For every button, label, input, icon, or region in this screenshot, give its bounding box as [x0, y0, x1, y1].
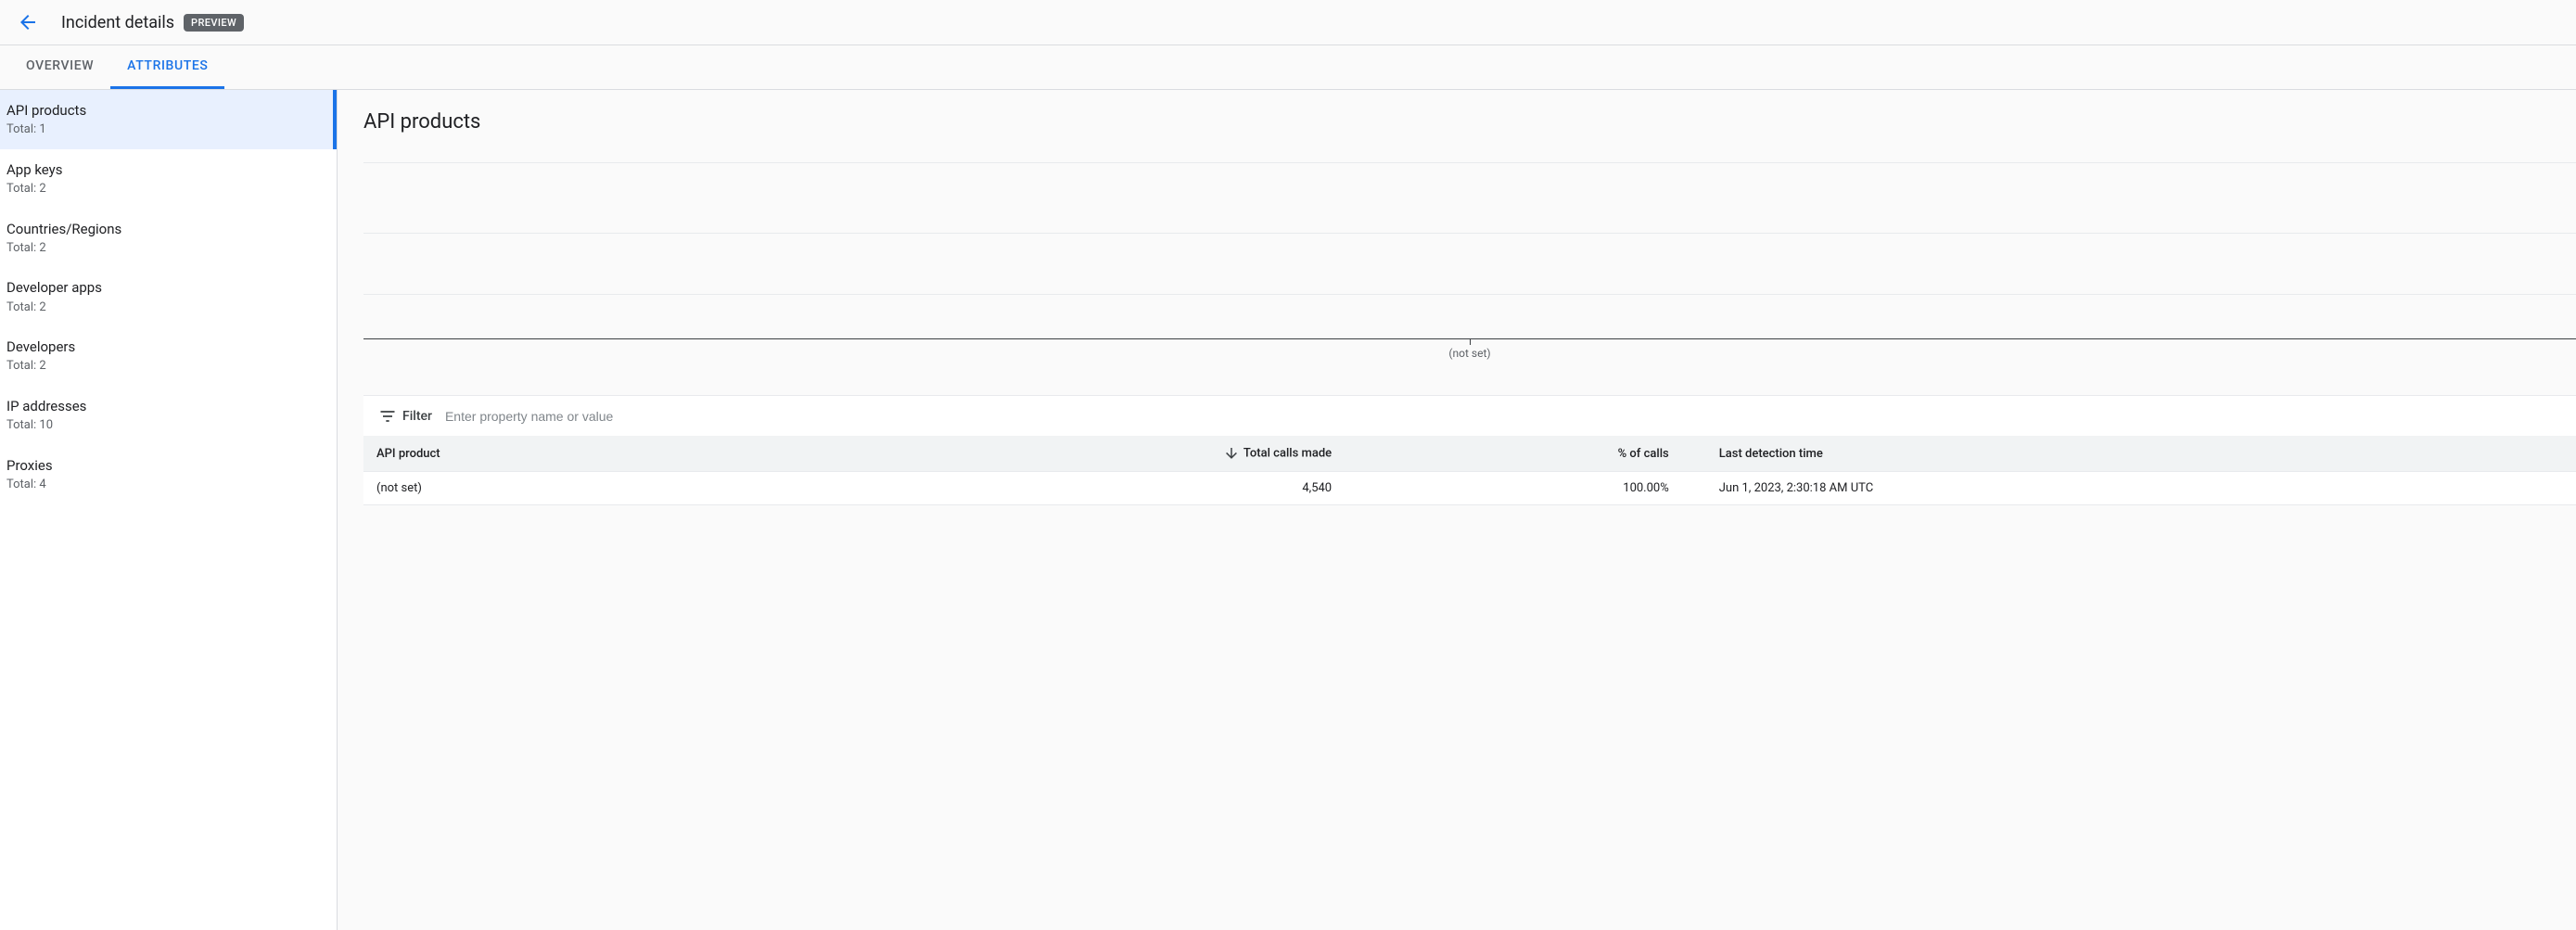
- col-last[interactable]: Last detection time: [1682, 436, 2576, 472]
- col-label: Last detection time: [1719, 447, 1823, 461]
- cell-last: Jun 1, 2023, 2:30:18 AM UTC: [1682, 472, 2576, 505]
- col-label: % of calls: [1618, 447, 1669, 461]
- sidebar-item-total: Total: 2: [6, 240, 329, 257]
- col-label: API product: [376, 447, 440, 461]
- sidebar-item-total: Total: 2: [6, 358, 329, 375]
- sidebar-item-ip-addresses[interactable]: IP addresses Total: 10: [0, 386, 337, 445]
- table-header-row: API product Total calls made % of calls Las…: [363, 436, 2576, 472]
- chart-tick: [1470, 339, 1471, 345]
- preview-badge: PREVIEW: [184, 14, 244, 32]
- tab-bar: OVERVIEWATTRIBUTES: [0, 45, 2576, 90]
- sidebar-item-total: Total: 2: [6, 299, 329, 316]
- col-pct[interactable]: % of calls: [1345, 436, 1682, 472]
- attribute-chart: (not set): [363, 163, 2576, 367]
- sidebar-item-title: IP addresses: [6, 397, 329, 415]
- col-calls[interactable]: Total calls made: [756, 436, 1345, 472]
- sidebar-item-title: App keys: [6, 160, 329, 179]
- sidebar-item-total: Total: 2: [6, 181, 329, 197]
- sidebar-item-api-products[interactable]: API productsTotal: 1: [0, 90, 337, 149]
- col-label: Total calls made: [1243, 446, 1332, 460]
- table-row[interactable]: (not set)4,540100.00%Jun 1, 2023, 2:30:1…: [363, 472, 2576, 505]
- sidebar-item-countries-regions[interactable]: Countries/Regions Total: 2: [0, 209, 337, 268]
- cell-product: (not set): [363, 472, 756, 505]
- filter-icon[interactable]: [378, 407, 397, 426]
- sidebar-item-title: Countries/Regions: [6, 220, 329, 238]
- main-title: API products: [363, 110, 2576, 134]
- chart-gridline: [363, 294, 2576, 295]
- sidebar-item-total: Total: 1: [6, 121, 329, 138]
- sidebar-item-total: Total: 10: [6, 417, 329, 434]
- sidebar-item-title: Developers: [6, 338, 329, 356]
- arrow-down-icon: [1223, 445, 1240, 462]
- chart-x-label: (not set): [1448, 347, 1490, 360]
- chart-plot-area: [363, 163, 2576, 339]
- sidebar-item-app-keys[interactable]: App keys Total: 2: [0, 149, 337, 209]
- main-content: API products (not set) Filter API produc…: [338, 90, 2576, 930]
- chart-gridline: [363, 233, 2576, 234]
- sidebar-item-title: Developer apps: [6, 278, 329, 297]
- page-title: Incident details: [61, 13, 174, 32]
- page-header: Incident details PREVIEW: [0, 0, 2576, 45]
- sidebar-item-title: Proxies: [6, 456, 329, 475]
- cell-pct: 100.00%: [1345, 472, 1682, 505]
- chart-x-labels: (not set): [363, 339, 2576, 365]
- tab-overview[interactable]: OVERVIEW: [9, 45, 110, 89]
- sidebar-item-developers[interactable]: Developers Total: 2: [0, 326, 337, 386]
- sidebar-item-title: API products: [6, 101, 329, 120]
- filter-input[interactable]: [445, 409, 2576, 424]
- sidebar-item-total: Total: 4: [6, 477, 329, 493]
- table-body: (not set)4,540100.00%Jun 1, 2023, 2:30:1…: [363, 472, 2576, 505]
- attribute-sidebar: API productsTotal: 1App keysTotal: 2Coun…: [0, 90, 338, 930]
- filter-bar: Filter: [363, 395, 2576, 436]
- sidebar-item-developer-apps[interactable]: Developer apps Total: 2: [0, 267, 337, 326]
- col-product[interactable]: API product: [363, 436, 756, 472]
- sidebar-item-proxies[interactable]: Proxies Total: 4: [0, 445, 337, 504]
- chart-bars: [363, 163, 2576, 338]
- cell-calls: 4,540: [756, 472, 1345, 505]
- filter-label: Filter: [402, 409, 432, 424]
- back-arrow-icon[interactable]: [17, 11, 39, 33]
- page-body: API productsTotal: 1App keysTotal: 2Coun…: [0, 90, 2576, 930]
- chart-gridline: [363, 162, 2576, 163]
- attribute-table: API product Total calls made % of calls Las…: [363, 436, 2576, 505]
- tab-attributes[interactable]: ATTRIBUTES: [110, 45, 224, 89]
